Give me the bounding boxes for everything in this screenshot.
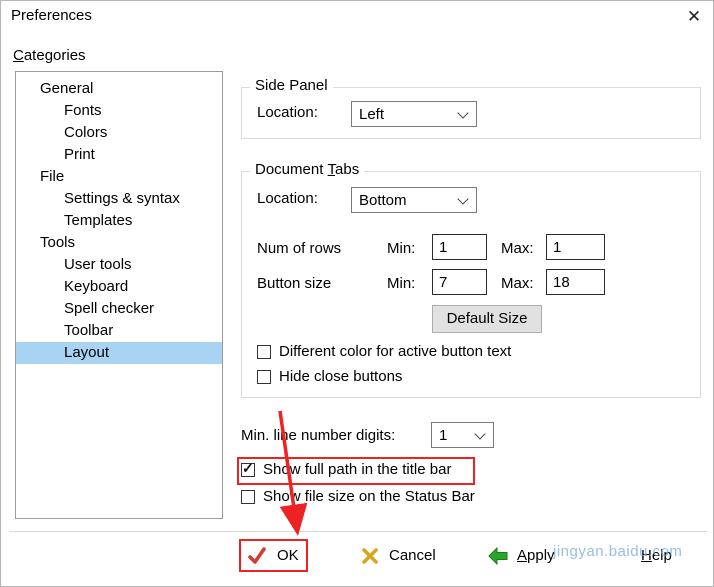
show-full-path-checkbox[interactable]: ✓ Show full path in the title bar: [241, 461, 451, 478]
side-panel-location-value: Left: [352, 106, 459, 123]
category-item-tools[interactable]: Tools: [16, 232, 222, 254]
different-color-checkbox-label[interactable]: Different color for active button text: [279, 343, 511, 360]
apply-arrow-icon: [488, 547, 508, 565]
show-file-size-checkbox-label[interactable]: Show file size on the Status Bar: [263, 488, 475, 505]
window-title: Preferences: [11, 7, 92, 24]
separator-line: [9, 531, 707, 532]
chevron-down-icon: [457, 107, 468, 118]
hide-close-buttons-checkbox-label[interactable]: Hide close buttons: [279, 368, 402, 385]
category-item-settings-syntax[interactable]: Settings & syntax: [16, 188, 222, 210]
show-full-path-checkbox-label[interactable]: Show full path in the title bar: [263, 461, 451, 478]
ok-button[interactable]: OK: [277, 547, 299, 564]
side-panel-location-combobox[interactable]: Left: [351, 101, 477, 127]
category-item-templates[interactable]: Templates: [16, 210, 222, 232]
checkbox-box[interactable]: [241, 490, 255, 504]
category-item-colors[interactable]: Colors: [16, 122, 222, 144]
checkbox-box[interactable]: [257, 345, 271, 359]
category-item-file[interactable]: File: [16, 166, 222, 188]
category-item-fonts[interactable]: Fonts: [16, 100, 222, 122]
document-tabs-group-title: Document Tabs: [250, 161, 364, 178]
doc-tabs-location-label: Location:: [257, 188, 318, 210]
category-item-spell-checker[interactable]: Spell checker: [16, 298, 222, 320]
checkbox-box-checked[interactable]: ✓: [241, 463, 255, 477]
category-item-user-tools[interactable]: User tools: [16, 254, 222, 276]
button-size-label: Button size: [257, 273, 331, 295]
different-color-checkbox[interactable]: Different color for active button text: [257, 343, 511, 360]
side-panel-location-label: Location:: [257, 102, 318, 124]
button-size-max-label: Max:: [501, 273, 534, 295]
chevron-down-icon: [457, 193, 468, 204]
show-file-size-checkbox[interactable]: Show file size on the Status Bar: [241, 488, 475, 505]
close-icon[interactable]: ✕: [681, 5, 707, 29]
min-line-digits-combobox[interactable]: 1: [431, 422, 494, 448]
preferences-dialog: Preferences ✕ Categories General Fonts C…: [0, 0, 714, 587]
category-item-layout[interactable]: Layout: [16, 342, 222, 364]
num-rows-max-label: Max:: [501, 238, 534, 260]
categories-listbox: General Fonts Colors Print File Settings…: [15, 71, 223, 519]
categories-label: Categories: [13, 47, 86, 64]
category-item-keyboard[interactable]: Keyboard: [16, 276, 222, 298]
checkbox-box[interactable]: [257, 370, 271, 384]
button-size-max-input[interactable]: [546, 269, 605, 295]
doc-tabs-location-value: Bottom: [352, 192, 459, 209]
button-size-min-input[interactable]: [432, 269, 487, 295]
apply-button[interactable]: Apply: [517, 547, 555, 564]
hide-close-buttons-checkbox[interactable]: Hide close buttons: [257, 368, 402, 385]
min-line-digits-label: Min. line number digits:: [241, 425, 395, 447]
num-rows-min-label: Min:: [387, 238, 415, 260]
ok-check-icon: [247, 546, 267, 566]
help-button[interactable]: Help: [641, 547, 672, 564]
chevron-down-icon: [474, 428, 485, 439]
button-size-min-label: Min:: [387, 273, 415, 295]
cancel-x-icon: [361, 547, 379, 565]
check-icon: ✓: [242, 460, 254, 477]
category-item-toolbar[interactable]: Toolbar: [16, 320, 222, 342]
category-item-print[interactable]: Print: [16, 144, 222, 166]
doc-tabs-location-combobox[interactable]: Bottom: [351, 187, 477, 213]
side-panel-group: Side Panel Location: Left: [241, 87, 701, 139]
num-of-rows-label: Num of rows: [257, 238, 341, 260]
default-size-button[interactable]: Default Size: [432, 305, 542, 333]
num-rows-max-input[interactable]: [546, 234, 605, 260]
category-item-general[interactable]: General: [16, 78, 222, 100]
num-rows-min-input[interactable]: [432, 234, 487, 260]
document-tabs-group: Document Tabs Location: Bottom Num of ro…: [241, 171, 701, 398]
side-panel-group-title: Side Panel: [250, 77, 333, 94]
min-line-digits-value: 1: [432, 427, 476, 444]
cancel-button[interactable]: Cancel: [389, 547, 436, 564]
